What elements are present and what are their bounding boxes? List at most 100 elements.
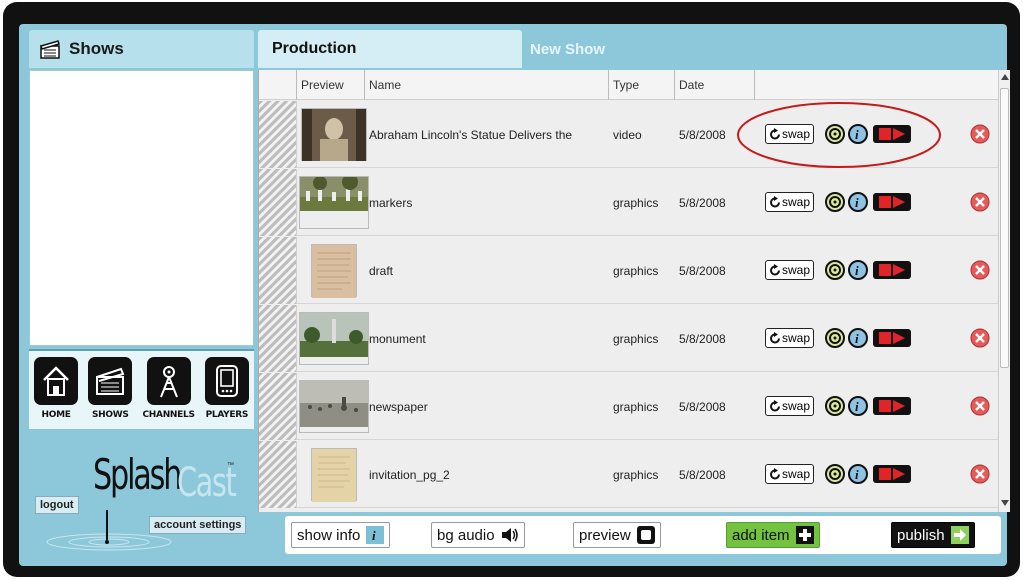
drag-handle[interactable] [259, 441, 297, 508]
account-settings-button[interactable]: account settings [149, 516, 247, 534]
table-scrollbar[interactable] [998, 70, 1010, 512]
clock-icon[interactable] [825, 260, 845, 280]
scroll-thumb[interactable] [1000, 88, 1009, 368]
highlight-ellipse-annotation [737, 102, 941, 168]
header-type[interactable]: Type [609, 70, 675, 100]
preview-thumbnail[interactable] [311, 244, 357, 298]
bg-audio-label: bg audio [437, 526, 495, 544]
show-info-button[interactable]: show info i [291, 522, 391, 548]
clock-icon[interactable] [825, 328, 845, 348]
video-clip-icon[interactable] [873, 397, 911, 415]
publish-button[interactable]: publish [891, 522, 975, 548]
svg-text:i: i [855, 331, 859, 346]
video-clip-icon[interactable] [873, 329, 911, 347]
table-row[interactable]: draft graphics 5/8/2008 swap i [259, 237, 999, 304]
delete-icon[interactable] [969, 259, 991, 281]
drag-handle[interactable] [259, 305, 297, 372]
header-name[interactable]: Name [365, 70, 609, 100]
preview-thumbnail[interactable] [299, 380, 369, 433]
table-header: Preview Name Type Date [259, 70, 999, 100]
nav-channels-label: CHANNELS [142, 410, 195, 420]
info-icon: i [366, 526, 385, 544]
swap-label: swap [782, 399, 811, 413]
drag-handle[interactable] [259, 101, 297, 168]
item-name: invitation_pg_2 [369, 467, 450, 482]
drag-handle[interactable] [259, 237, 297, 304]
preview-thumbnail[interactable] [299, 312, 369, 365]
video-clip-icon[interactable] [873, 465, 911, 483]
nav-home[interactable]: HOME [34, 357, 79, 420]
table-row[interactable]: invitation_pg_2 graphics 5/8/2008 swap i [259, 441, 999, 508]
delete-icon[interactable] [969, 191, 991, 213]
info-icon[interactable]: i [848, 328, 868, 348]
item-type: graphics [613, 263, 659, 278]
preview-thumbnail[interactable] [311, 448, 357, 502]
nav-players-label: PLAYERS [205, 410, 249, 420]
item-name: draft [369, 263, 394, 278]
table-row[interactable]: markers graphics 5/8/2008 swap i [259, 169, 999, 236]
bg-audio-button[interactable]: bg audio [431, 522, 525, 548]
swap-button[interactable]: swap [765, 192, 815, 212]
delete-icon[interactable] [969, 327, 991, 349]
info-icon[interactable]: i [848, 464, 868, 484]
delete-icon[interactable] [969, 395, 991, 417]
drag-handle[interactable] [259, 373, 297, 440]
video-clip-icon[interactable] [873, 193, 911, 211]
preview-thumbnail[interactable] [299, 174, 369, 229]
rotate-icon [770, 467, 780, 479]
rotate-icon [770, 399, 780, 411]
info-icon[interactable]: i [848, 396, 868, 416]
clapperboard-icon [40, 40, 60, 59]
clock-icon[interactable] [825, 464, 845, 484]
rotate-icon [770, 331, 780, 343]
item-name: monument [369, 331, 426, 346]
table-row[interactable]: monument graphics 5/8/2008 swap i [259, 305, 999, 372]
swap-label: swap [782, 331, 811, 345]
item-date: 5/8/2008 [679, 467, 726, 482]
svg-text:i: i [855, 263, 859, 278]
scroll-down-arrow[interactable] [1001, 500, 1009, 506]
svg-text:i: i [372, 528, 376, 542]
svg-text:i: i [855, 467, 859, 482]
header-date[interactable]: Date [675, 70, 755, 100]
swap-button[interactable]: swap [765, 464, 815, 484]
clock-icon[interactable] [825, 192, 845, 212]
speaker-icon [501, 526, 519, 544]
tab-production[interactable]: Production [258, 30, 522, 68]
info-icon[interactable]: i [848, 192, 868, 212]
table-row[interactable]: newspaper graphics 5/8/2008 swap i [259, 373, 999, 440]
clock-icon[interactable] [825, 396, 845, 416]
shows-list[interactable] [29, 70, 254, 346]
nav-channels[interactable]: CHANNELS [143, 357, 195, 420]
tab-new-show[interactable]: New Show [530, 30, 605, 68]
item-date: 5/8/2008 [679, 263, 726, 278]
item-type: graphics [613, 195, 659, 210]
add-item-label: add item [732, 526, 790, 544]
shows-title: Shows [69, 39, 124, 58]
swap-button[interactable]: swap [765, 260, 815, 280]
swap-button[interactable]: swap [765, 328, 815, 348]
swap-button[interactable]: swap [765, 396, 815, 416]
preview-button[interactable]: preview [573, 522, 661, 548]
preview-thumbnail[interactable] [301, 108, 367, 161]
bottom-toolbar: show info i bg audio preview add item pu… [285, 516, 1001, 554]
delete-icon[interactable] [969, 123, 991, 145]
video-clip-icon[interactable] [873, 261, 911, 279]
info-icon[interactable]: i [848, 260, 868, 280]
item-name: newspaper [369, 399, 428, 414]
nav-players[interactable]: PLAYERS [204, 357, 249, 420]
logout-button[interactable]: logout [35, 496, 79, 514]
item-type: graphics [613, 331, 659, 346]
preview-label: preview [579, 526, 631, 544]
nav-shows[interactable]: SHOWS [88, 357, 133, 420]
scroll-up-arrow[interactable] [1001, 74, 1009, 80]
item-date: 5/8/2008 [679, 399, 726, 414]
delete-icon[interactable] [969, 463, 991, 485]
item-name: markers [369, 195, 413, 210]
preview-screen-icon [636, 526, 655, 544]
swap-label: swap [782, 467, 811, 481]
header-preview[interactable]: Preview [297, 70, 365, 100]
drag-handle[interactable] [259, 169, 297, 236]
add-item-button[interactable]: add item [726, 522, 820, 548]
plus-icon [795, 526, 814, 544]
